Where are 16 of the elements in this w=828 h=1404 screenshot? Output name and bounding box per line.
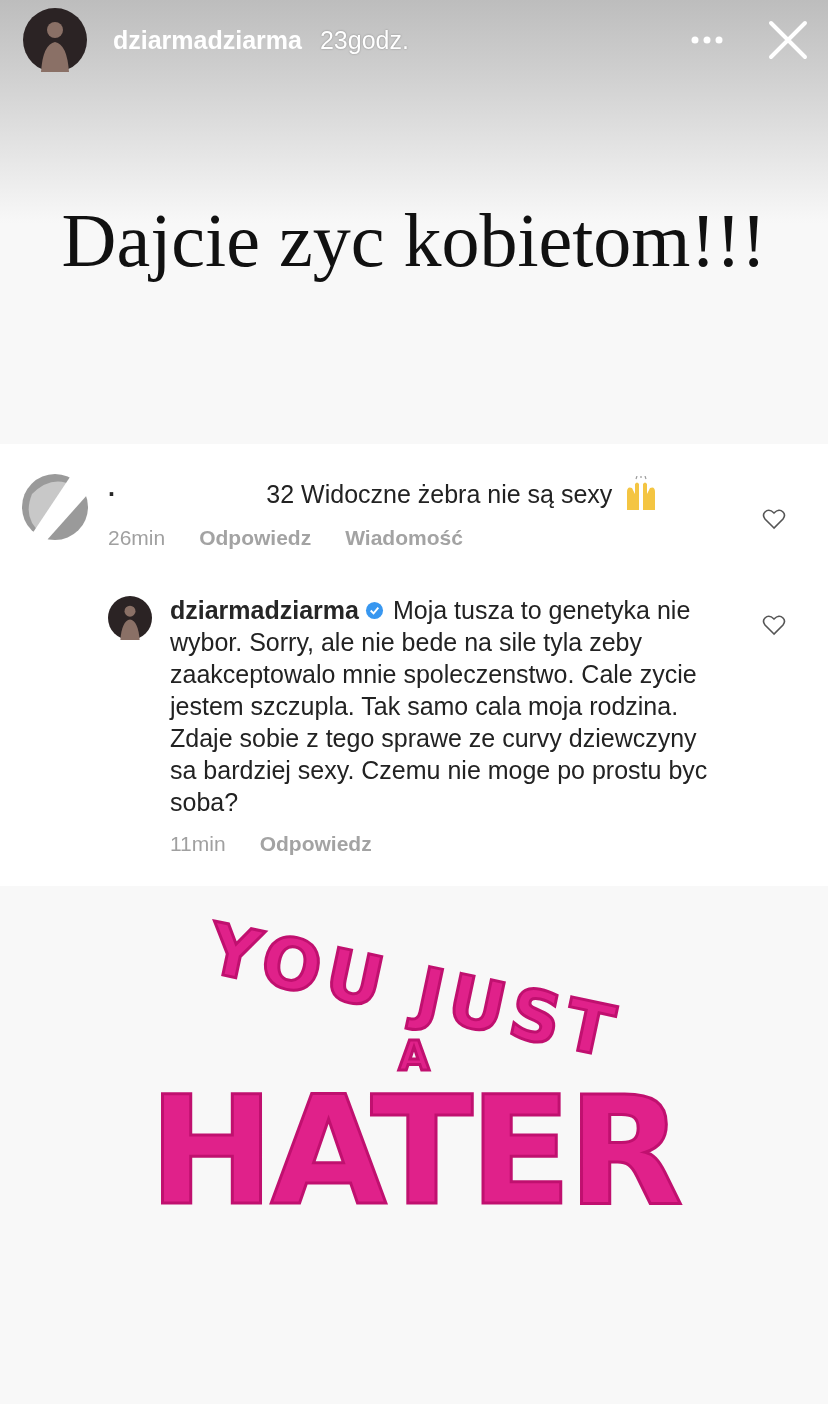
username[interactable]: dziarmadziarma [113,25,302,55]
like-icon[interactable] [762,508,786,530]
reply-text: dziarmadziarma Moja tusza to genetyka nie wybor. Sorry, ale nie bede na sile tyla zeby zaakceptowalo mnie spoleczenstwo. Cale zycie jestem szczupla. Tak samo cala moja rodzina. Zdaje sobie z tego sprawe ze curvy dziewczyny sa bardziej sexy. Czemu nie moge po prostu byc soba? [170,595,709,818]
avatar[interactable] [23,8,87,72]
headline: Dajcie zyc kobietom!!! [61,196,767,284]
sticker-text: HATER [148,1076,680,1226]
like-icon[interactable] [762,614,786,636]
comment-text: 32 Widoczne żebra nie są sexy [266,479,613,509]
action-link[interactable]: Odpowiedz [199,526,312,550]
action-link[interactable]: Wiadomość [345,526,463,550]
avatar[interactable] [108,596,152,640]
comment-time: 26min [108,526,166,550]
username[interactable]: · [108,479,117,509]
action-link[interactable]: Odpowiedz [259,832,372,856]
story-time: 23godz. [319,25,409,55]
comment-time: 11min [170,832,226,856]
